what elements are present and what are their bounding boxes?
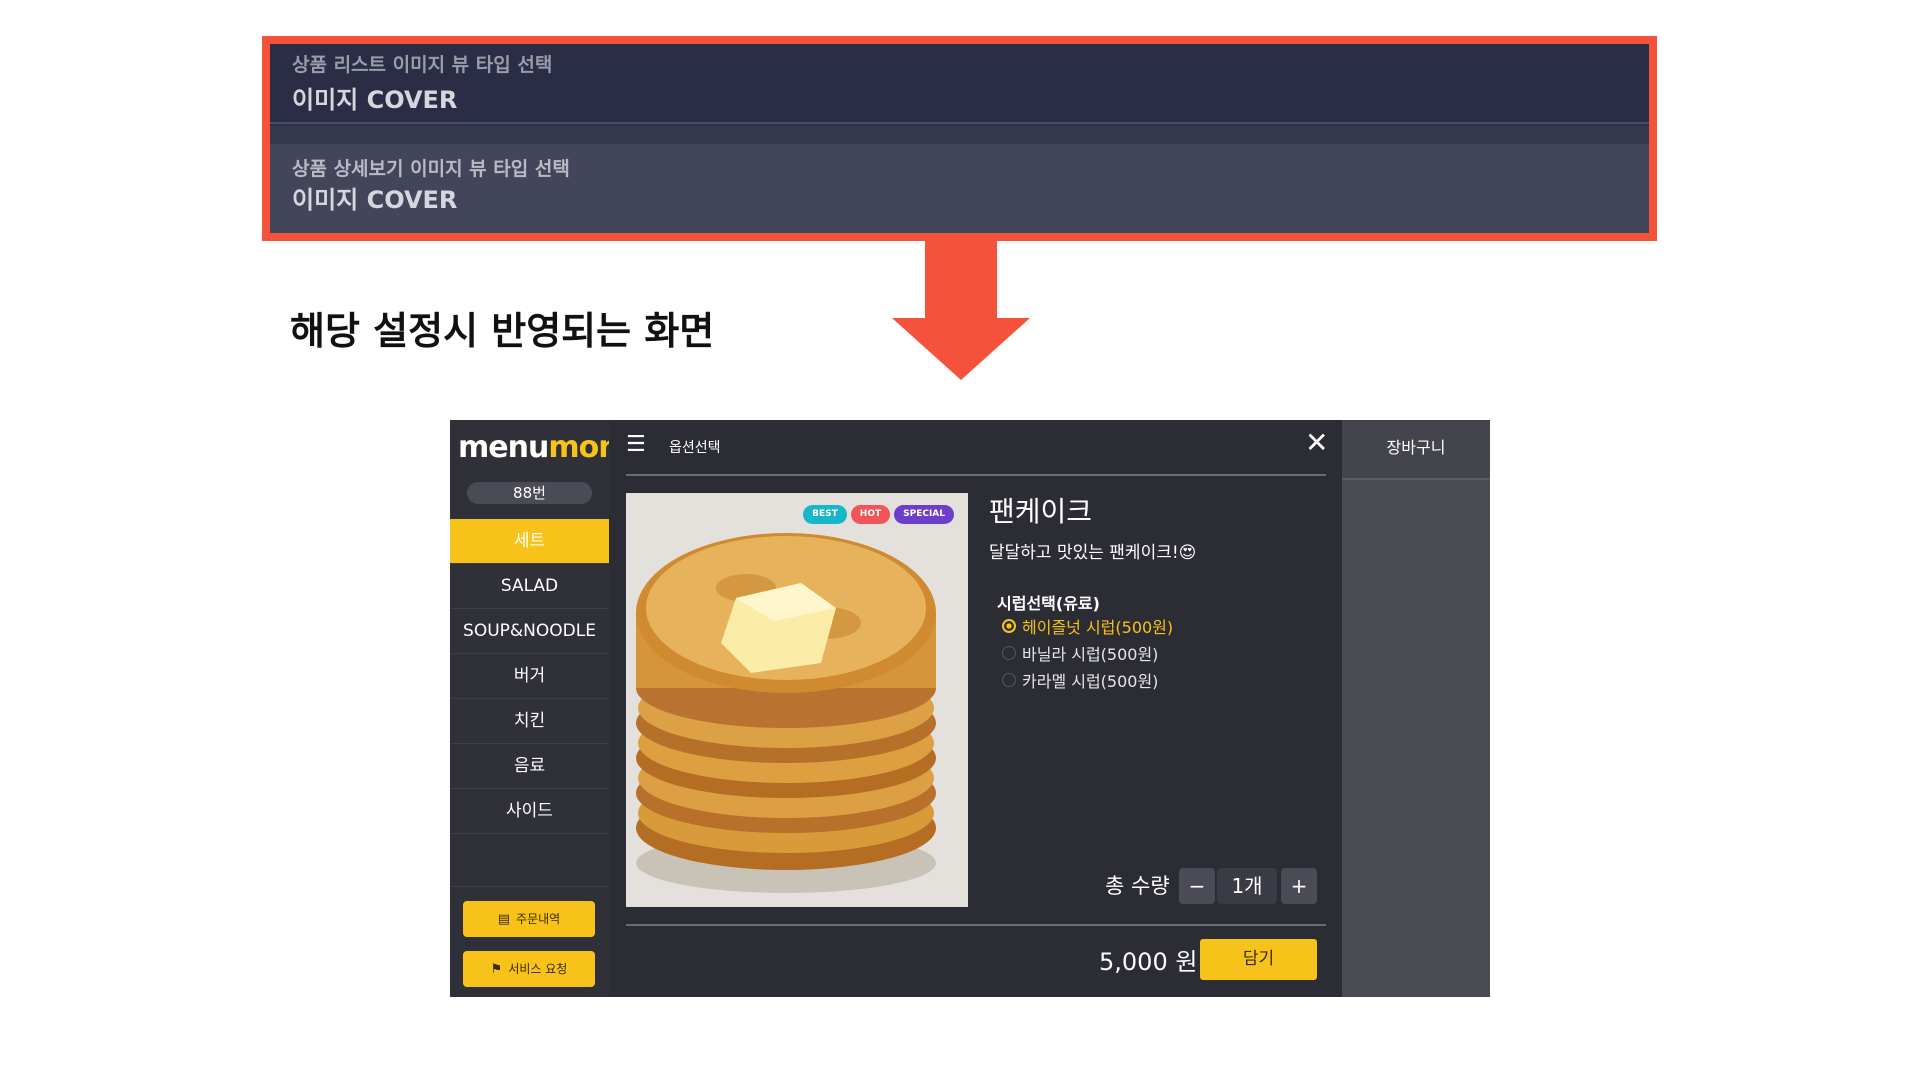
down-arrow-shaft <box>925 240 997 320</box>
tag-hot: HOT <box>850 505 891 524</box>
option-caramel[interactable]: 카라멜 시럽(500원) <box>1002 668 1158 692</box>
quantity-plus-button[interactable]: + <box>1281 868 1317 904</box>
radio-icon <box>1002 646 1016 660</box>
quantity-value: 1개 <box>1217 868 1277 904</box>
product-name: 팬케이크 <box>989 495 1093 528</box>
category-item-salad[interactable]: SALAD <box>450 564 609 609</box>
setting-list-view[interactable]: 상품 리스트 이미지 뷰 타입 선택 이미지 COVER <box>270 44 1649 124</box>
cart-title: 장바구니 <box>1342 420 1490 480</box>
settings-divider <box>270 126 1649 144</box>
quantity-label: 총 수량 <box>1105 874 1170 898</box>
option-group-title: 시럽선택(유료) <box>997 594 1100 613</box>
setting-detail-view-label: 상품 상세보기 이미지 뷰 타입 선택 <box>292 158 570 180</box>
product-description: 달달하고 맛있는 팬케이크!😍 <box>989 543 1197 563</box>
logo: menumon <box>458 430 620 465</box>
down-arrow-icon <box>892 318 1030 380</box>
logo-main: menu <box>458 430 549 465</box>
app-preview: menumon 88번 세트 SALAD SOUP&NOODLE 버거 치킨 음… <box>450 420 1490 997</box>
order-history-label: 주문내역 <box>516 912 561 926</box>
modal-footer-divider <box>626 924 1326 926</box>
modal-header-divider <box>626 474 1326 476</box>
category-item-set[interactable]: 세트 <box>450 519 609 564</box>
category-item-drink[interactable]: 음료 <box>450 744 609 789</box>
bell-icon: ⚑ <box>490 962 503 977</box>
quantity-minus-button[interactable]: − <box>1179 868 1215 904</box>
total-price: 5,000 원 <box>1099 948 1198 976</box>
service-request-button[interactable]: ⚑ 서비스 요청 <box>463 951 595 987</box>
pancake-stack <box>636 533 936 870</box>
option-caramel-label: 카라멜 시럽(500원) <box>1022 672 1159 691</box>
option-modal: ☰ 옵션선택 ✕ BEST HOT SPECIAL 팬케이크 달달하고 맛있는 … <box>609 420 1342 997</box>
service-request-label: 서비스 요청 <box>508 962 568 976</box>
sidebar-divider <box>450 886 609 887</box>
radio-icon <box>1002 673 1016 687</box>
close-icon[interactable]: ✕ <box>1305 428 1328 458</box>
setting-detail-view[interactable]: 상품 상세보기 이미지 뷰 타입 선택 이미지 COVER <box>270 144 1649 233</box>
sidebar: menumon 88번 세트 SALAD SOUP&NOODLE 버거 치킨 음… <box>450 420 620 997</box>
option-hazelnut-label: 헤이즐넛 시럽(500원) <box>1022 618 1174 637</box>
pancake-illustration <box>626 493 968 907</box>
category-list: 세트 SALAD SOUP&NOODLE 버거 치킨 음료 사이드 <box>450 519 609 834</box>
radio-selected-icon <box>1002 619 1016 633</box>
setting-list-view-label: 상품 리스트 이미지 뷰 타입 선택 <box>292 54 553 76</box>
modal-title: 옵션선택 <box>669 440 721 456</box>
caption: 해당 설정시 반영되는 화면 <box>290 309 715 353</box>
add-to-cart-button[interactable]: 담기 <box>1200 939 1317 980</box>
product-image: BEST HOT SPECIAL <box>626 493 968 907</box>
tag-best: BEST <box>803 505 847 524</box>
product-tags: BEST HOT SPECIAL <box>803 505 954 524</box>
setting-list-view-value: 이미지 COVER <box>292 86 458 114</box>
list-icon[interactable]: ☰ <box>626 434 646 456</box>
option-vanilla[interactable]: 바닐라 시럽(500원) <box>1002 641 1158 665</box>
category-item-chicken[interactable]: 치킨 <box>450 699 609 744</box>
settings-highlight-frame: 상품 리스트 이미지 뷰 타입 선택 이미지 COVER 상품 상세보기 이미지… <box>262 36 1657 241</box>
tag-special: SPECIAL <box>894 505 954 524</box>
order-history-button[interactable]: ▤ 주문내역 <box>463 901 595 937</box>
category-item-soup-noodle[interactable]: SOUP&NOODLE <box>450 609 609 654</box>
category-item-side[interactable]: 사이드 <box>450 789 609 834</box>
option-hazelnut[interactable]: 헤이즐넛 시럽(500원) <box>1002 614 1173 638</box>
cart-panel: 장바구니 <box>1342 420 1490 997</box>
table-number-badge: 88번 <box>467 482 592 504</box>
option-vanilla-label: 바닐라 시럽(500원) <box>1022 645 1159 664</box>
category-item-burger[interactable]: 버거 <box>450 654 609 699</box>
receipt-icon: ▤ <box>497 912 511 927</box>
